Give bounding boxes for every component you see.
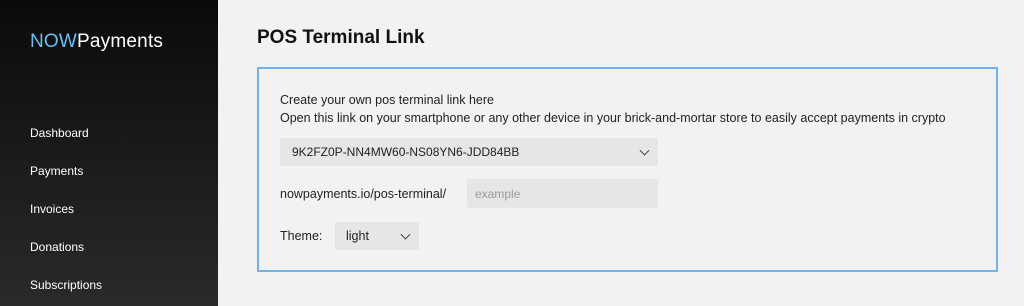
- main-content: POS Terminal Link Create your own pos te…: [218, 0, 1024, 306]
- chevron-down-icon: [639, 145, 650, 156]
- url-row: nowpayments.io/pos-terminal/: [280, 179, 658, 208]
- wallet-select[interactable]: 9K2FZ0P-NN4MW60-NS08YN6-JDD84BB: [280, 138, 658, 166]
- theme-label: Theme:: [280, 229, 323, 243]
- logo-payments: Payments: [77, 31, 164, 52]
- sidebar-item-donations[interactable]: Donations: [30, 239, 102, 277]
- pos-link-slug-input[interactable]: [467, 179, 658, 208]
- sidebar-item-payments[interactable]: Payments: [30, 163, 102, 201]
- url-prefix-label: nowpayments.io/pos-terminal/: [280, 186, 447, 201]
- chevron-down-icon: [400, 229, 411, 240]
- description-line-2: Open this link on your smartphone or any…: [280, 111, 946, 125]
- theme-select-value: light: [346, 229, 369, 243]
- app: NOWPayments Dashboard Payments Invoices …: [0, 0, 1024, 306]
- sidebar-item-dashboard[interactable]: Dashboard: [30, 125, 102, 163]
- nowpayments-logo[interactable]: NOWPayments: [30, 31, 163, 53]
- theme-select[interactable]: light: [335, 222, 419, 250]
- description-line-1: Create your own pos terminal link here: [280, 93, 494, 107]
- logo-now: NOW: [30, 31, 78, 52]
- sidebar-item-subscriptions[interactable]: Subscriptions: [30, 277, 102, 306]
- page-title: POS Terminal Link: [257, 27, 425, 48]
- wallet-select-value: 9K2FZ0P-NN4MW60-NS08YN6-JDD84BB: [292, 145, 520, 159]
- theme-row: Theme: light: [280, 222, 419, 250]
- card-description: Create your own pos terminal link here O…: [280, 91, 946, 127]
- sidebar-item-invoices[interactable]: Invoices: [30, 201, 102, 239]
- pos-terminal-card: Create your own pos terminal link here O…: [257, 67, 998, 272]
- sidebar: NOWPayments Dashboard Payments Invoices …: [0, 0, 218, 306]
- sidebar-nav: Dashboard Payments Invoices Donations Su…: [30, 125, 102, 306]
